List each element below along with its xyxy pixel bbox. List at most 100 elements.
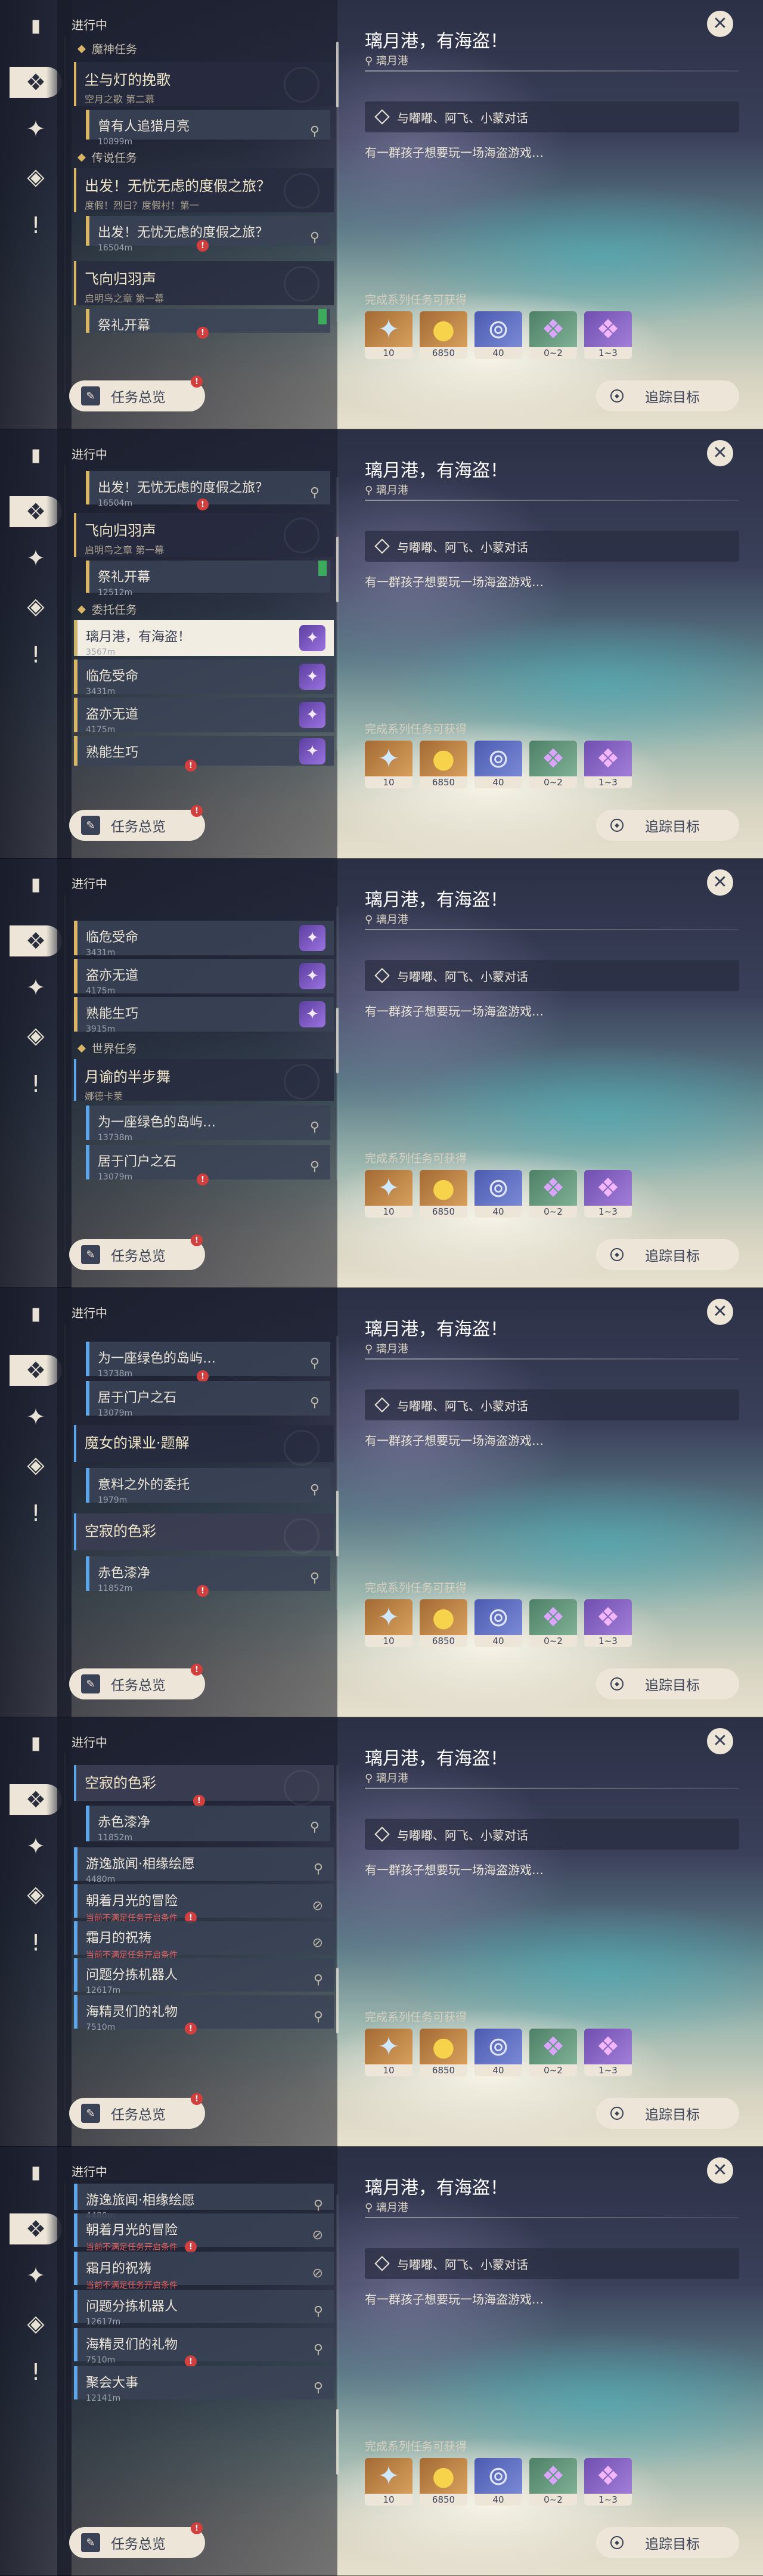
scrollbar-thumb[interactable] [336, 1491, 339, 1556]
quest-step-item[interactable]: 聚会大事 12141m ⚲ [74, 2366, 334, 2403]
world-quest-icon[interactable]: ◈ [20, 590, 51, 621]
close-icon[interactable]: ✕ [707, 440, 733, 466]
reward-item[interactable]: ✦ 10 [365, 311, 412, 359]
quest-step-item[interactable]: 为一座绿色的岛屿… 13738m ⚲! [86, 1342, 330, 1382]
quest-step-item[interactable]: 为一座绿色的岛屿… 13738m ⚲ [86, 1106, 330, 1143]
quest-book-icon[interactable]: ▮ [20, 440, 51, 471]
quest-step-item[interactable]: 霜月的祝祷 当前不满足任务开启条件 ⊘ [74, 1921, 334, 1960]
world-quest-icon[interactable]: ◈ [20, 2308, 51, 2339]
quest-book-icon[interactable]: ▮ [20, 1728, 51, 1759]
track-objective-button[interactable]: ◆ 追踪目标 [596, 1668, 739, 1699]
quest-step-item[interactable]: 问题分拣机器人 12617m ⚲ [74, 2290, 334, 2327]
quest-group[interactable]: 出发！无忧无虑的度假之旅？ 度假！烈日？度假村！第一 [74, 168, 334, 212]
alert-quest-icon[interactable]: ! [20, 2357, 51, 2388]
quest-overview-button[interactable]: ✎ 任务总览! [69, 805, 205, 841]
quest-step-item[interactable]: 海精灵们的礼物 7510m ⚲! [74, 1995, 334, 2035]
reward-item[interactable]: ❖ 1~3 [584, 1170, 632, 1218]
quest-group[interactable]: 空寂的色彩! [74, 1765, 334, 1807]
reward-item[interactable]: ❖ 0~2 [529, 1599, 577, 1647]
quest-step-item[interactable]: 居于门户之石 13079m ⚲ [86, 1381, 330, 1418]
track-objective-button[interactable]: ◆ 追踪目标 [596, 810, 739, 841]
quest-group[interactable]: 飞向归羽声 启明鸟之章 第一幕 [74, 513, 334, 557]
quest-overview-button[interactable]: ✎ 任务总览! [69, 1664, 205, 1699]
quest-step-item[interactable]: 璃月港，有海盗！ 3567m ✦ [74, 620, 334, 657]
reward-item[interactable]: ❖ 0~2 [529, 311, 577, 359]
quest-step-item[interactable]: 问题分拣机器人 12617m ⚲ [74, 1958, 334, 1995]
close-icon[interactable]: ✕ [707, 1728, 733, 1754]
track-objective-button[interactable]: ◆ 追踪目标 [596, 2527, 739, 2558]
quest-step-item[interactable]: 曾有人追猎月亮 10899m ⚲ [86, 110, 330, 147]
archon-quest-icon[interactable]: ✦ [20, 113, 51, 144]
reward-item[interactable]: ❖ 1~3 [584, 2029, 632, 2076]
close-icon[interactable]: ✕ [707, 1299, 733, 1325]
quest-overview-button[interactable]: ✎ 任务总览! [69, 1234, 205, 1270]
reward-item[interactable]: ● 6850 [420, 741, 467, 788]
alert-quest-icon[interactable]: ! [20, 1927, 51, 1958]
quest-book-icon[interactable]: ▮ [20, 2157, 51, 2188]
close-icon[interactable]: ✕ [707, 2157, 733, 2184]
quest-group[interactable]: 魔女的课业·题解 [74, 1425, 334, 1466]
scrollbar-thumb[interactable] [336, 42, 339, 107]
quest-step-item[interactable]: 朝着月光的冒险 当前不满足任务开启条件 ⊘! [74, 1884, 334, 1924]
scrollbar-thumb[interactable] [336, 1968, 339, 2033]
archon-quest-icon[interactable]: ✦ [20, 1831, 51, 1862]
close-icon[interactable]: ✕ [707, 869, 733, 896]
reward-item[interactable]: ● 6850 [420, 1170, 467, 1218]
reward-item[interactable]: ● 6850 [420, 1599, 467, 1647]
quest-step-item[interactable]: 祭礼开幕 12512m [86, 561, 330, 597]
track-objective-button[interactable]: ◆ 追踪目标 [596, 1239, 739, 1270]
quest-book-icon[interactable]: ▮ [20, 11, 51, 42]
world-quest-icon[interactable]: ◈ [20, 161, 51, 192]
reward-item[interactable]: ❖ 0~2 [529, 1170, 577, 1218]
quest-type-all-icon[interactable]: ❖ [10, 67, 62, 98]
track-objective-button[interactable]: ◆ 追踪目标 [596, 2098, 739, 2129]
quest-group[interactable]: 空寂的色彩 [74, 1513, 334, 1554]
reward-item[interactable]: ✦ 10 [365, 2029, 412, 2076]
reward-item[interactable]: ● 6850 [420, 311, 467, 359]
quest-step-item[interactable]: 游逸旅闻·相缘绘愿4480m⚲ [74, 1847, 334, 1884]
quest-step-item[interactable]: 盗亦无道 4175m ✦ [74, 698, 334, 735]
reward-item[interactable]: ⊚ 40 [474, 2029, 522, 2076]
archon-quest-icon[interactable]: ✦ [20, 543, 51, 574]
scrollbar-thumb[interactable] [336, 537, 339, 602]
reward-item[interactable]: ✦ 10 [365, 741, 412, 788]
world-quest-icon[interactable]: ◈ [20, 1878, 51, 1909]
alert-quest-icon[interactable]: ! [20, 1069, 51, 1100]
alert-quest-icon[interactable]: ! [20, 1498, 51, 1529]
close-icon[interactable]: ✕ [707, 11, 733, 37]
track-objective-button[interactable]: ◆ 追踪目标 [596, 380, 739, 411]
quest-step-item[interactable]: 盗亦无道 4175m ✦ [74, 959, 334, 996]
quest-step-item[interactable]: 熟能生巧 3915m ✦ [74, 997, 334, 1034]
quest-type-all-icon[interactable]: ❖ [10, 2213, 62, 2244]
quest-step-item[interactable]: 祭礼开幕! [86, 309, 330, 339]
quest-type-all-icon[interactable]: ❖ [10, 496, 62, 527]
reward-item[interactable]: ● 6850 [420, 2458, 467, 2506]
archon-quest-icon[interactable]: ✦ [20, 2260, 51, 2291]
reward-item[interactable]: ❖ 1~3 [584, 741, 632, 788]
world-quest-icon[interactable]: ◈ [20, 1020, 51, 1051]
scrollbar-thumb[interactable] [336, 1008, 339, 1073]
quest-type-all-icon[interactable]: ❖ [10, 925, 62, 956]
reward-item[interactable]: ✦ 10 [365, 2458, 412, 2506]
reward-item[interactable]: ❖ 0~2 [529, 2458, 577, 2506]
reward-item[interactable]: ● 6850 [420, 2029, 467, 2076]
archon-quest-icon[interactable]: ✦ [20, 1401, 51, 1432]
quest-group[interactable]: 月谕的半步舞 娜德卡莱 [74, 1059, 334, 1102]
quest-step-item[interactable]: 居于门户之石 13079m ⚲! [86, 1145, 330, 1185]
reward-item[interactable]: ⊚ 40 [474, 2458, 522, 2506]
quest-list-scrollbar[interactable] [336, 1336, 339, 1610]
quest-step-item[interactable]: 出发！无忧无虑的度假之旅？ 16504m ⚲! [86, 216, 330, 253]
reward-item[interactable]: ❖ 0~2 [529, 741, 577, 788]
reward-item[interactable]: ✦ 10 [365, 1170, 412, 1218]
quest-step-item[interactable]: 出发！无忧无虑的度假之旅？ 16504m ⚲! [86, 471, 330, 510]
quest-book-icon[interactable]: ▮ [20, 1299, 51, 1330]
quest-step-item[interactable]: 意料之外的委托 1979m ⚲ [86, 1468, 330, 1505]
quest-list-scrollbar[interactable] [336, 477, 339, 751]
quest-group[interactable]: 尘与灯的挽歌 空月之歌 第二幕 [74, 62, 334, 106]
reward-item[interactable]: ✦ 10 [365, 1599, 412, 1647]
quest-step-item[interactable]: 游逸旅闻·相缘绘愿4480m⚲ [74, 2184, 334, 2221]
quest-step-item[interactable]: 临危受命 3431m ✦ [74, 660, 334, 696]
reward-item[interactable]: ⊚ 40 [474, 311, 522, 359]
alert-quest-icon[interactable]: ! [20, 639, 51, 670]
reward-item[interactable]: ❖ 1~3 [584, 2458, 632, 2506]
